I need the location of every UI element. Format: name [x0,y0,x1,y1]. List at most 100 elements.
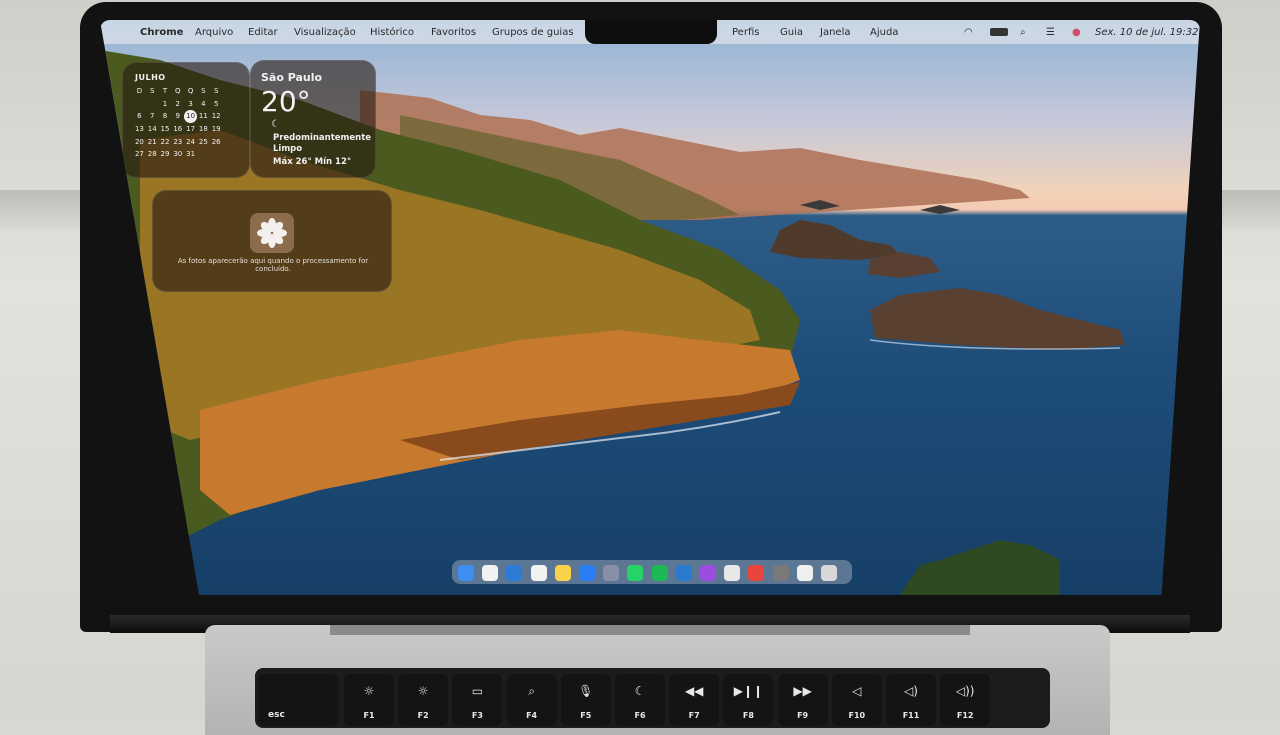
calendar-day: 11 [198,112,208,121]
search-icon[interactable]: ⌕ [1020,27,1026,38]
spotify-icon[interactable] [651,565,668,581]
menu-guia[interactable]: Guia [780,27,803,38]
function-key-glyph: ▶❙❙ [733,684,764,698]
function-key-f6[interactable]: ☾ F6 [615,674,665,726]
calendar-day: 13 [134,125,144,134]
control-center-icon[interactable]: ☰ [1046,27,1055,38]
function-key-f3[interactable]: ▭ F3 [452,674,503,726]
function-key-f11[interactable]: ◁) F11 [886,674,936,726]
calendar-day [133,98,146,111]
documents-icon[interactable] [796,565,813,581]
function-key-glyph: ▶▶ [793,684,812,698]
esc-key[interactable]: esc [258,674,338,726]
calendar-day: 16 [173,125,183,134]
calendar-day: 18 [198,125,208,134]
calendar-day: 25 [198,137,208,146]
calendar-day: 3 [188,99,193,108]
function-key-label: F7 [688,711,700,720]
function-key-label: F8 [742,711,754,720]
calendar-day: 24 [186,137,196,146]
calendar-day: 22 [160,137,170,146]
calendar-day: 1 [162,99,168,108]
menu-arquivo[interactable]: Arquivo [195,27,233,38]
function-key-glyph: ◀◀ [684,684,704,698]
calendar-day: 29 [160,150,170,159]
podcasts-icon[interactable] [700,565,716,581]
battery-icon[interactable] [990,28,1008,36]
function-key-f12[interactable]: ◁)) F12 [940,674,991,726]
menu-datetime[interactable]: Sex. 10 de jul. 19:32 [1095,27,1198,38]
function-key-glyph: ☼ [417,684,429,698]
function-key-f10[interactable]: ◁ F10 [831,674,882,726]
calendar-weekday: Q [175,87,181,95]
menu-favoritos[interactable]: Favoritos [431,27,476,38]
function-key-glyph: 🎙 [578,684,594,698]
function-key-label: F1 [363,711,375,720]
function-key-glyph: ◁)) [955,684,975,698]
notes-icon[interactable] [554,565,571,581]
chrome-icon[interactable] [724,565,741,581]
menu-visualizacao[interactable]: Visualização [294,27,356,38]
whatsapp-icon[interactable] [627,565,644,581]
calendar-day: 12 [211,112,221,121]
menu-app-name[interactable]: Chrome [140,27,183,38]
function-key-glyph: ◁) [904,684,918,698]
function-key-label: F3 [471,711,483,720]
function-key-f8[interactable]: ▶❙❙ F8 [723,674,774,726]
trash-icon[interactable] [821,565,837,581]
calendar-day: 28 [147,150,157,159]
calendar-day: 26 [211,137,221,146]
app-store-icon[interactable] [579,565,595,581]
function-key-glyph: ▭ [471,684,484,698]
base-lip [330,625,970,635]
calendar-day: 9 [175,112,181,121]
menu-ajuda[interactable]: Ajuda [870,27,898,38]
calendar-month: JULHO [135,73,166,82]
menu-historico[interactable]: Histórico [370,27,414,38]
calendar-day: 21 [147,137,157,146]
weather-city: São Paulo [261,71,323,84]
finder-icon[interactable] [458,565,474,581]
function-key-label: F2 [417,711,429,720]
photos-widget[interactable]: As fotos aparecerão aqui quando o proces… [152,190,392,292]
function-key-label: F10 [848,711,866,720]
menu-perfis[interactable]: Perfis [732,27,759,38]
calendar-weekday: D [136,87,143,95]
calendar-day: 17 [186,125,196,134]
distant-rock [920,205,960,214]
menu-grupos-de-guias[interactable]: Grupos de guias [492,27,574,38]
wifi-icon[interactable]: ◠ [964,27,973,38]
calculator-icon[interactable] [772,565,789,581]
siri-icon[interactable]: ● [1072,27,1081,38]
calendar-day: 30 [173,150,183,159]
function-key-f2[interactable]: ☼ F2 [398,674,449,726]
menu-janela[interactable]: Janela [820,27,850,38]
function-key-f9[interactable]: ▶▶ F9 [777,674,828,726]
photos-message: As fotos aparecerão aqui quando o proces… [177,257,369,273]
function-key-f5[interactable]: 🎙 F5 [560,674,611,726]
menu-editar[interactable]: Editar [248,27,278,38]
calendar-widget[interactable]: JULHO D S T Q Q S S 1 2 3 4 5 6 7 8 9 10 11 12 13 14 15 16 17 18… [122,62,250,178]
function-key-f4[interactable]: ⌕ F4 [506,674,557,726]
function-key-f1[interactable]: ☼ F1 [344,674,394,726]
photo-booth-icon[interactable] [748,565,765,581]
calendar-day: 2 [175,99,181,108]
foreground-trees [900,540,1060,595]
calendar-weekday: S [213,87,219,95]
calendar-weekday: Q [187,87,194,95]
calendar-day: 6 [137,112,142,121]
launchpad-icon[interactable] [603,565,620,581]
calendar-today: 10 [184,110,197,124]
function-key-label: F12 [956,711,974,720]
function-key-f7[interactable]: ◀◀ F7 [669,674,720,726]
calendar-day: 27 [134,150,144,159]
weather-condition: Predominantemente Limpo [273,133,372,154]
calendar-weekday: T [162,87,168,95]
calendar-date-icon[interactable] [530,565,547,581]
weather-range: Máx 26° Mín 12° [273,157,352,167]
calendar-icon[interactable] [482,565,499,581]
safari-icon[interactable] [506,565,523,581]
vscode-icon[interactable] [675,565,692,581]
weather-widget[interactable]: São Paulo 20° ☾ Predominantemente Limpo … [250,60,376,178]
calendar-day: 19 [211,125,221,134]
